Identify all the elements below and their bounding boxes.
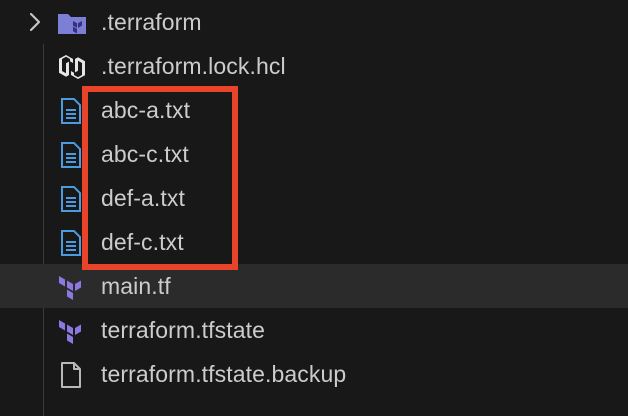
tree-item-label: .terraform.lock.hcl	[101, 53, 286, 79]
tree-item-abc-a[interactable]: abc-a.txt	[0, 88, 628, 132]
tree-item-terraform-folder[interactable]: .terraform	[0, 0, 628, 44]
tree-item-label: abc-a.txt	[101, 97, 191, 123]
file-explorer: .terraform .terraform.lock.hcl abc-a.txt	[0, 0, 628, 416]
tree-item-def-c[interactable]: def-c.txt	[0, 220, 628, 264]
terraform-icon	[56, 317, 88, 345]
tree-item-tfstate-backup[interactable]: terraform.tfstate.backup	[0, 352, 628, 396]
text-file-icon	[56, 141, 88, 169]
tree-item-abc-c[interactable]: abc-c.txt	[0, 132, 628, 176]
text-file-icon	[56, 229, 88, 257]
tree-item-label: .terraform	[101, 9, 202, 35]
tree-item-tfstate[interactable]: terraform.tfstate	[0, 308, 628, 352]
tree-item-label: abc-c.txt	[101, 141, 189, 167]
text-file-icon	[56, 97, 88, 125]
tree-item-label: terraform.tfstate.backup	[101, 361, 347, 387]
terraform-folder-icon	[56, 9, 88, 37]
chevron-right-icon[interactable]	[24, 10, 46, 34]
tree-item-label: terraform.tfstate	[101, 317, 266, 343]
tree-item-lock-hcl[interactable]: .terraform.lock.hcl	[0, 44, 628, 88]
tree-item-label: main.tf	[101, 273, 171, 299]
tree-item-main-tf[interactable]: main.tf	[0, 264, 628, 308]
tree-item-def-a[interactable]: def-a.txt	[0, 176, 628, 220]
hcl-icon	[56, 53, 88, 81]
tree-item-label: def-c.txt	[101, 229, 184, 255]
generic-file-icon	[56, 361, 88, 389]
terraform-icon	[56, 273, 88, 301]
tree-item-label: def-a.txt	[101, 185, 185, 211]
text-file-icon	[56, 185, 88, 213]
